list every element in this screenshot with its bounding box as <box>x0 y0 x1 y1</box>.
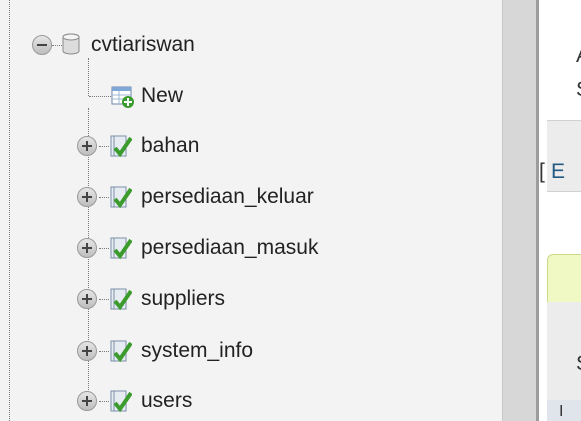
expand-icon[interactable] <box>77 136 97 156</box>
table-label[interactable]: suppliers <box>141 287 225 311</box>
tree-line <box>99 248 109 249</box>
content-text: S <box>576 78 581 102</box>
table-icon <box>110 135 132 158</box>
collapse-icon[interactable] <box>32 35 52 55</box>
navigation-tree: cvtiariswan New bahan persediaan_keluar … <box>0 0 502 421</box>
new-table-icon <box>111 86 134 108</box>
content-panel <box>547 400 581 421</box>
expand-icon[interactable] <box>77 238 97 258</box>
table-label[interactable]: users <box>141 389 192 413</box>
content-text: I <box>559 403 564 420</box>
table-label[interactable]: system_info <box>141 339 253 363</box>
highlight-panel <box>547 254 581 304</box>
bracket-text: [ <box>539 160 545 183</box>
tree-line <box>99 197 109 198</box>
expand-icon[interactable] <box>77 341 97 361</box>
expand-icon[interactable] <box>77 289 97 309</box>
tree-line <box>99 299 109 300</box>
panel-splitter[interactable] <box>502 0 539 421</box>
table-icon <box>110 237 132 260</box>
database-name[interactable]: cvtiariswan <box>91 33 195 57</box>
table-label[interactable]: bahan <box>141 134 199 158</box>
tree-line <box>99 351 109 352</box>
tree-line <box>9 47 10 421</box>
tree-line <box>52 45 62 46</box>
tree-line <box>99 401 109 402</box>
table-label[interactable]: persediaan_keluar <box>141 185 314 209</box>
main-content-area: A S [ E S I <box>539 0 581 421</box>
tree-line <box>9 0 10 45</box>
table-icon <box>110 340 132 363</box>
content-text: S <box>576 352 581 376</box>
table-icon <box>110 390 132 413</box>
table-icon <box>110 288 132 311</box>
content-panel <box>547 302 581 400</box>
content-link[interactable]: E <box>551 160 565 184</box>
tree-line <box>89 96 113 97</box>
new-item-label[interactable]: New <box>141 84 183 108</box>
content-text: A <box>576 44 581 68</box>
expand-icon[interactable] <box>77 187 97 207</box>
tree-line <box>88 58 89 96</box>
table-label[interactable]: persediaan_masuk <box>141 236 318 260</box>
table-icon <box>110 186 132 209</box>
expand-icon[interactable] <box>77 391 97 411</box>
tree-line <box>99 146 109 147</box>
database-icon <box>62 33 80 55</box>
